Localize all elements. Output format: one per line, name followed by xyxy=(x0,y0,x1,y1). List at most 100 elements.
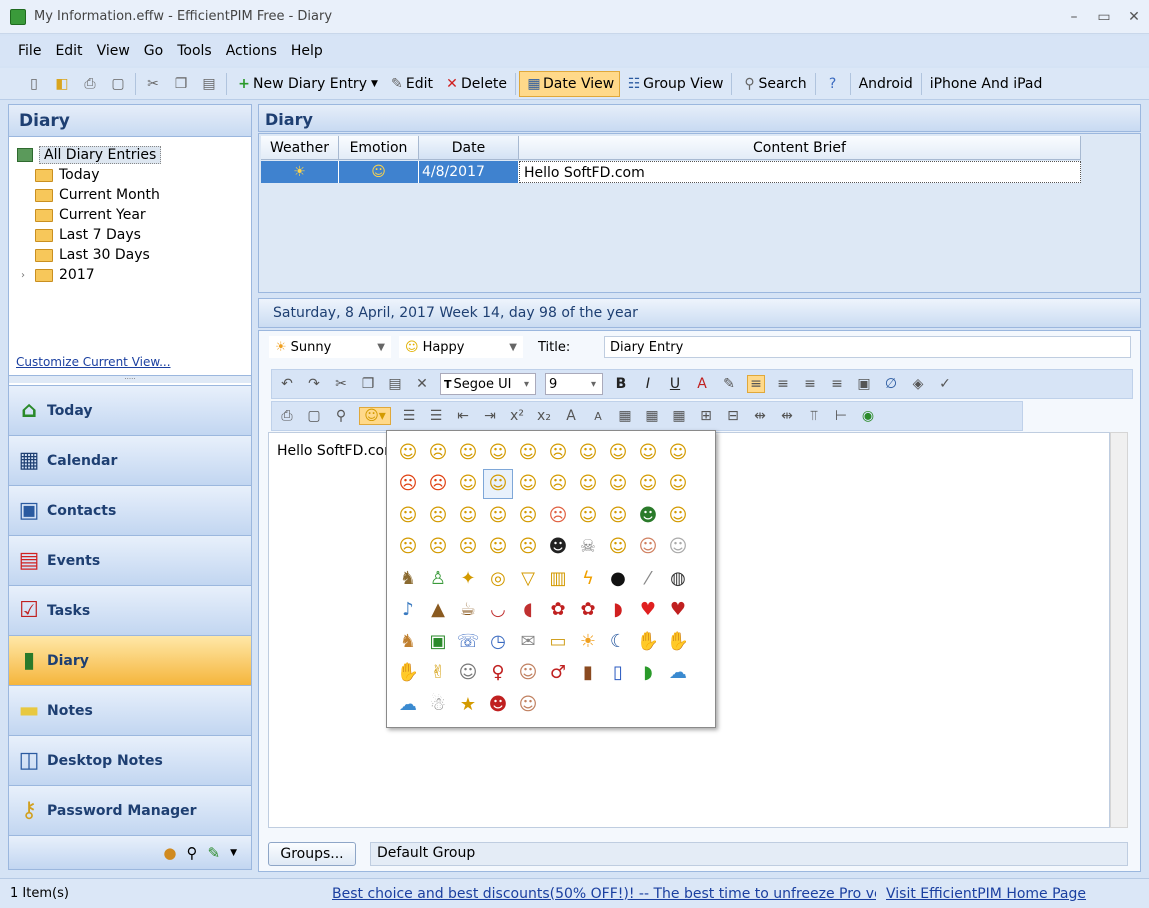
menu-file[interactable]: File xyxy=(18,43,41,59)
col-content-brief[interactable]: Content Brief xyxy=(519,136,1081,160)
phone-icon[interactable]: ☏ xyxy=(453,626,483,656)
search-button[interactable]: ⚲ Search xyxy=(735,71,811,97)
thumbs-up-icon[interactable]: ✋ xyxy=(633,626,663,656)
col-emotion[interactable]: Emotion xyxy=(339,136,419,160)
align-right-icon[interactable]: ≡ xyxy=(801,376,819,392)
handshake-icon[interactable]: ✋ xyxy=(393,658,423,688)
table-delete-icon[interactable]: ▦ xyxy=(670,408,688,424)
cut-icon[interactable]: ✂ xyxy=(332,376,350,392)
cloud-sun-icon[interactable]: ☁ xyxy=(393,689,423,719)
watermelon-icon[interactable]: ◗ xyxy=(633,658,663,688)
shrink-font-icon[interactable]: A xyxy=(589,410,607,423)
delete-column-icon[interactable]: ⊢ xyxy=(832,408,850,424)
emoticon-33-icon[interactable]: ☹ xyxy=(453,532,483,562)
emoticon-20-icon[interactable]: ☺ xyxy=(663,469,693,499)
edit-button[interactable]: ✎ Edit xyxy=(383,71,438,97)
emoticon-4-icon[interactable]: ☺ xyxy=(483,437,513,467)
redo-icon[interactable]: ↷ xyxy=(305,376,323,392)
emoticon-5-icon[interactable]: ☺ xyxy=(513,437,543,467)
customize-view-link[interactable]: Customize Current View... xyxy=(16,355,171,369)
close-button[interactable]: ✕ xyxy=(1119,9,1149,25)
indent-icon[interactable]: ⇥ xyxy=(481,408,499,424)
preview-button[interactable]: ▢ xyxy=(104,71,132,97)
delete-button[interactable]: ✕ Delete xyxy=(438,71,512,97)
nav-calendar[interactable]: ▦ Calendar xyxy=(9,435,251,485)
moon-icon[interactable]: ☾ xyxy=(603,626,633,656)
numbered-list-icon[interactable]: ☰ xyxy=(427,408,445,424)
beer-bottle-icon[interactable]: ▮ xyxy=(573,658,603,688)
emoticon-17-icon[interactable]: ☺ xyxy=(573,469,603,499)
emoticon-14-icon[interactable]: ☺ xyxy=(483,468,513,499)
emoticon-1-icon[interactable]: ☺ xyxy=(393,437,423,467)
hyperlink-icon[interactable]: ◉ xyxy=(859,408,877,424)
subscript-icon[interactable]: x₂ xyxy=(535,408,553,424)
new-diary-entry-button[interactable]: + New Diary Entry ▼ xyxy=(230,71,383,97)
girl-icon[interactable]: ♀ xyxy=(483,658,513,688)
man-icon[interactable]: ☺ xyxy=(513,689,543,719)
victory-icon[interactable]: ✌ xyxy=(423,658,453,688)
tree-item-current-year[interactable]: Current Year xyxy=(17,205,251,225)
broken-heart-icon[interactable]: ♥ xyxy=(663,595,693,625)
maximize-button[interactable]: ▭ xyxy=(1089,9,1119,25)
lightbulb-icon[interactable]: ◎ xyxy=(483,563,513,593)
table-icon[interactable]: ▦ xyxy=(616,408,634,424)
pill-icon[interactable]: ◖ xyxy=(513,595,543,625)
lightning-icon[interactable]: ϟ xyxy=(573,563,603,593)
globe-icon[interactable]: ● xyxy=(163,844,176,862)
emotion-dropdown[interactable]: ☺ Happy ▼ xyxy=(399,336,523,358)
lips-icon[interactable]: ◗ xyxy=(603,595,633,625)
nav-diary[interactable]: ▮ Diary xyxy=(9,635,251,685)
table-insert-icon[interactable]: ▦ xyxy=(643,408,661,424)
nav-tasks[interactable]: ☑ Tasks xyxy=(9,585,251,635)
dog-icon[interactable]: ♞ xyxy=(393,563,423,593)
menu-edit[interactable]: Edit xyxy=(55,43,82,59)
delete-row-icon[interactable]: ⊟ xyxy=(724,408,742,424)
tree-item-last-30-days[interactable]: Last 30 Days xyxy=(17,245,251,265)
font-size-select[interactable]: 9 ▾ xyxy=(545,373,603,395)
attach-icon[interactable]: ∅ xyxy=(882,376,900,392)
menu-view[interactable]: View xyxy=(97,43,130,59)
date-view-button[interactable]: ▦ Date View xyxy=(519,70,621,97)
insert-object-icon[interactable]: ◈ xyxy=(909,376,927,392)
emoticon-30-icon[interactable]: ☺ xyxy=(663,500,693,530)
menu-actions[interactable]: Actions xyxy=(226,43,277,59)
emoticon-16-icon[interactable]: ☹ xyxy=(543,469,573,499)
emoticon-32-icon[interactable]: ☹ xyxy=(423,532,453,562)
emoticon-12-icon[interactable]: ☹ xyxy=(423,469,453,499)
clear-icon[interactable]: ✕ xyxy=(413,376,431,392)
col-weather[interactable]: Weather xyxy=(261,136,339,160)
tree-item-all-entries[interactable]: All Diary Entries xyxy=(17,145,251,165)
soccer-ball-icon[interactable]: ◍ xyxy=(663,563,693,593)
home-page-link[interactable]: Visit EfficientPIM Home Page xyxy=(886,886,1086,902)
cut-button[interactable]: ✂ xyxy=(139,71,167,97)
splitter[interactable]: ····· xyxy=(9,375,251,383)
insert-column-icon[interactable]: ⫪ xyxy=(805,408,823,424)
emoticon-24-icon[interactable]: ☺ xyxy=(483,500,513,530)
iphone-button[interactable]: iPhone And iPad xyxy=(925,71,1048,97)
find-icon[interactable]: ⚲ xyxy=(332,408,350,424)
spellcheck-icon[interactable]: ✓ xyxy=(936,376,954,392)
cake-icon[interactable]: ▥ xyxy=(543,563,573,593)
emoticon-29-icon[interactable]: ☻ xyxy=(633,500,663,530)
content-scrollbar[interactable] xyxy=(1110,432,1128,828)
menu-tools[interactable]: Tools xyxy=(177,43,212,59)
emoticon-38-icon[interactable]: ☺ xyxy=(603,532,633,562)
emoticon-15-icon[interactable]: ☺ xyxy=(513,469,543,499)
emoticon-2-icon[interactable]: ☹ xyxy=(423,437,453,467)
chevron-down-icon[interactable]: ▼ xyxy=(230,848,237,858)
wilted-rose-icon[interactable]: ✿ xyxy=(573,595,603,625)
split-cells-icon[interactable]: ⇹ xyxy=(778,408,796,424)
emoticon-8-icon[interactable]: ☺ xyxy=(603,437,633,467)
menu-help[interactable]: Help xyxy=(291,43,323,59)
emoticon-3-icon[interactable]: ☺ xyxy=(453,437,483,467)
emoticon-23-icon[interactable]: ☺ xyxy=(453,500,483,530)
copy-icon[interactable]: ❐ xyxy=(359,376,377,392)
expand-icon[interactable]: › xyxy=(21,270,35,281)
italic-icon[interactable]: I xyxy=(639,376,657,392)
old-man-icon[interactable]: ☺ xyxy=(513,658,543,688)
rain-cloud-icon[interactable]: ☁ xyxy=(663,658,693,688)
can-icon[interactable]: ▯ xyxy=(603,658,633,688)
promo-link[interactable]: Best choice and best discounts(50% OFF!)… xyxy=(332,886,876,902)
gift-icon[interactable]: ▣ xyxy=(423,626,453,656)
col-date[interactable]: Date xyxy=(419,136,519,160)
